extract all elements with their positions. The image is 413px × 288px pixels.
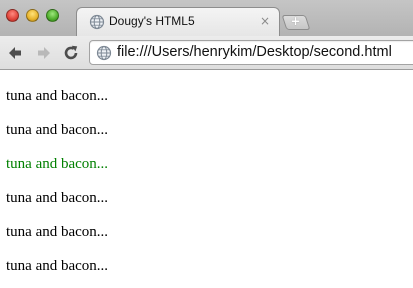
- tab-title: Dougy's HTML5: [109, 14, 195, 28]
- browser-tab[interactable]: Dougy's HTML5 ×: [76, 7, 280, 36]
- page-content: tuna and bacon... tuna and bacon... tuna…: [0, 71, 413, 288]
- tab-close-icon[interactable]: ×: [260, 13, 270, 29]
- back-arrow-icon[interactable]: [6, 44, 24, 62]
- globe-icon: [89, 14, 105, 30]
- browser-window: Dougy's HTML5 × + file:///Users/henrykim…: [0, 0, 413, 288]
- minimize-window-button[interactable]: [26, 9, 39, 22]
- forward-arrow-icon[interactable]: [35, 44, 53, 62]
- address-bar[interactable]: file:///Users/henrykim/Desktop/second.ht…: [89, 40, 413, 65]
- close-window-button[interactable]: [6, 9, 19, 22]
- reload-icon[interactable]: [62, 44, 80, 62]
- tab-strip: Dougy's HTML5 × +: [0, 0, 413, 36]
- paragraph: tuna and bacon...: [6, 258, 109, 274]
- zoom-window-button[interactable]: [46, 9, 59, 22]
- paragraph: tuna and bacon...: [6, 88, 109, 104]
- address-url: file:///Users/henrykim/Desktop/second.ht…: [117, 44, 392, 60]
- paragraph: tuna and bacon...: [6, 122, 109, 138]
- paragraph: tuna and bacon...: [6, 190, 109, 206]
- plus-icon: +: [290, 14, 301, 28]
- paragraph: tuna and bacon...: [6, 156, 109, 172]
- new-tab-button[interactable]: +: [281, 14, 311, 30]
- toolbar: file:///Users/henrykim/Desktop/second.ht…: [0, 36, 413, 70]
- paragraph: tuna and bacon...: [6, 224, 109, 240]
- globe-icon: [96, 45, 112, 61]
